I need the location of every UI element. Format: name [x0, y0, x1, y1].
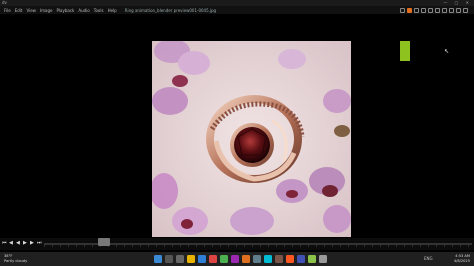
image-viewer[interactable]: ↖ — [0, 14, 474, 238]
step-back-icon[interactable]: ◀ — [9, 240, 13, 246]
first-frame-icon[interactable]: ⏮ — [2, 240, 7, 246]
tool-icon[interactable] — [428, 7, 433, 13]
tool-icon[interactable] — [421, 7, 426, 13]
app-icon[interactable] — [275, 255, 283, 263]
tray-lang[interactable]: ENG — [424, 256, 433, 261]
app-icon[interactable] — [286, 255, 294, 263]
search-icon[interactable] — [165, 255, 173, 263]
tool-active-icon[interactable] — [407, 7, 412, 13]
app-icon[interactable] — [297, 255, 305, 263]
task-view-icon[interactable] — [176, 255, 184, 263]
tool-icon[interactable] — [414, 7, 419, 13]
app-icon[interactable] — [220, 255, 228, 263]
tool-icon[interactable] — [449, 7, 454, 13]
menu-playback[interactable]: Playback — [56, 8, 74, 13]
menu-help[interactable]: Help — [108, 8, 117, 13]
green-indicator — [400, 41, 410, 61]
toolbar — [400, 6, 468, 14]
taskbar: 38°F Partly cloudy ENG 4:53 AM 4/8/2025 — [0, 252, 474, 266]
menu-file[interactable]: File — [4, 8, 11, 13]
file-path: Ring animation_blender preview001-0045.j… — [124, 7, 217, 13]
windows-start-icon[interactable] — [154, 255, 162, 263]
tool-icon[interactable] — [456, 7, 461, 13]
clock-time: 4:53 AM — [455, 254, 470, 258]
app-icon[interactable] — [308, 255, 316, 263]
clock[interactable]: 4:53 AM 4/8/2025 — [454, 254, 470, 263]
timeline-handle[interactable] — [98, 238, 110, 246]
menu-edit[interactable]: Edit — [15, 8, 23, 13]
taskbar-icons — [154, 255, 327, 263]
tool-icon[interactable] — [400, 7, 405, 13]
browser-icon[interactable] — [198, 255, 206, 263]
app-icon[interactable] — [319, 255, 327, 263]
play-back-icon[interactable]: ◀ — [16, 240, 20, 246]
app-icon[interactable] — [242, 255, 250, 263]
menu-audio[interactable]: Audio — [78, 8, 89, 13]
menu-view[interactable]: View — [26, 8, 36, 13]
menu-tools[interactable]: Tools — [94, 8, 104, 13]
chrome-icon[interactable] — [209, 255, 217, 263]
last-frame-icon[interactable]: ⏭ — [37, 240, 42, 246]
mouse-cursor-icon: ↖ — [444, 48, 450, 55]
weather-widget[interactable]: 38°F Partly cloudy — [4, 254, 27, 263]
tool-icon[interactable] — [463, 7, 468, 13]
app-icon[interactable] — [264, 255, 272, 263]
clock-date: 4/8/2025 — [453, 258, 470, 263]
timeline[interactable]: ⏮ ◀ ◀ ▶ ▶ ⏭ — [0, 238, 474, 250]
play-icon[interactable]: ▶ — [23, 240, 27, 246]
ring-photo — [152, 41, 351, 237]
menu-image[interactable]: Image — [40, 8, 53, 13]
explorer-icon[interactable] — [187, 255, 195, 263]
app-icon[interactable] — [253, 255, 261, 263]
app-icon[interactable] — [231, 255, 239, 263]
tool-icon[interactable] — [442, 7, 447, 13]
weather-desc: Partly cloudy — [4, 258, 28, 263]
tool-icon[interactable] — [435, 7, 440, 13]
step-forward-icon[interactable]: ▶ — [30, 240, 34, 246]
